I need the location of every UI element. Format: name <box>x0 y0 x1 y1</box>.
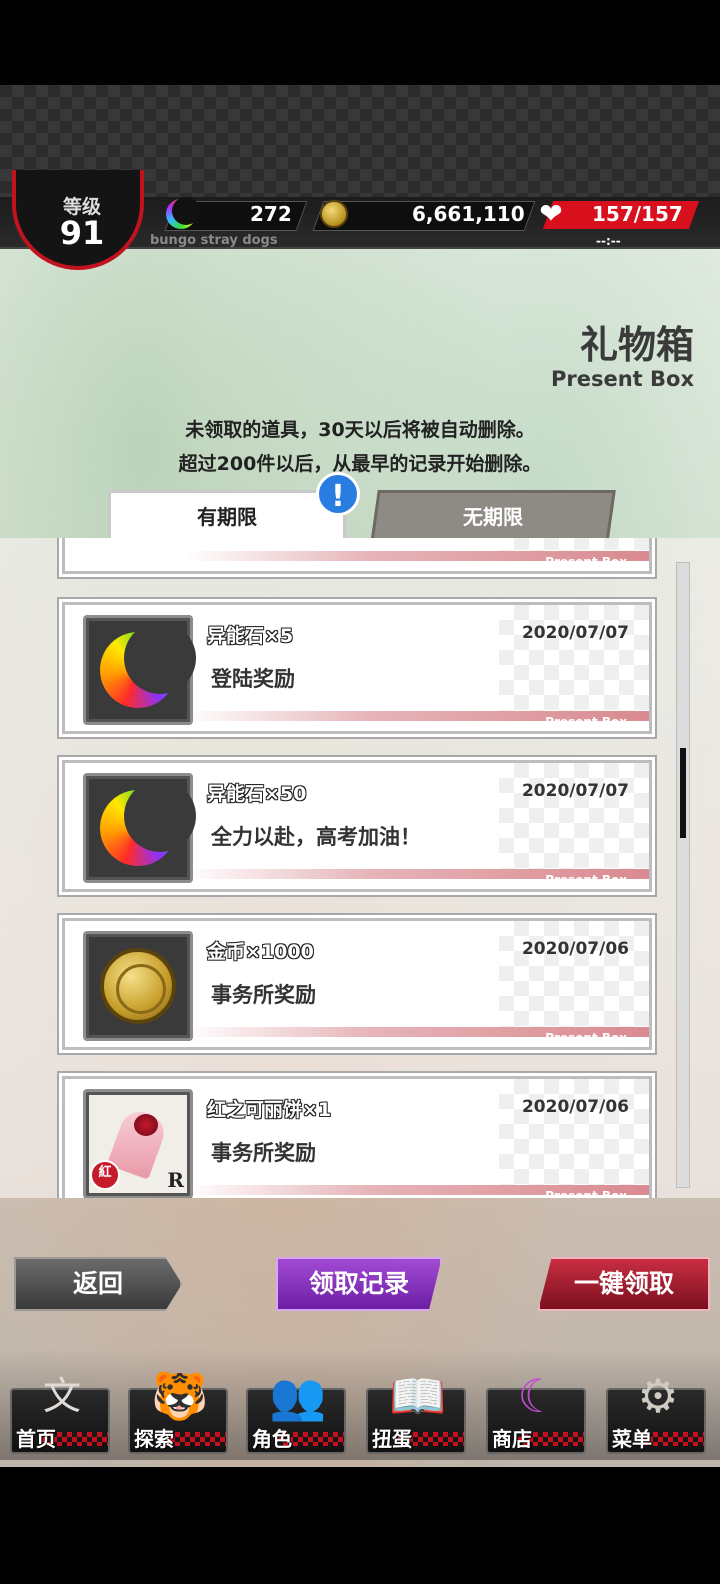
item-name: 异能石×50 <box>206 783 307 806</box>
present-card[interactable]: 金币×1000 2020/07/06 事务所奖励 Present Box <box>62 918 652 1050</box>
nav-explore[interactable]: 🐯 探索 <box>128 1364 228 1456</box>
scrollbar-track[interactable] <box>676 562 690 1188</box>
item-description: 事务所奖励 <box>211 1141 316 1165</box>
nav-label: 探索 <box>134 1427 174 1451</box>
present-card[interactable]: 异能石×5 2020/07/07 登陆奖励 Present Box <box>62 602 652 734</box>
level-value: 91 <box>59 214 105 252</box>
tab-unlimited-label: 无期限 <box>463 505 523 529</box>
red-tag: 紅 <box>90 1160 120 1190</box>
item-frame <box>83 773 196 883</box>
notice-line-1: 未领取的道具，30天以后将被自动删除。 <box>185 419 535 441</box>
page-subtitle: Present Box <box>550 367 694 391</box>
item-date: 2020/07/07 <box>521 781 629 801</box>
item-name: 金币×1000 <box>207 941 315 964</box>
ap-heart-icon: ❤ <box>539 197 563 230</box>
card-footer: Present Box <box>545 1189 627 1198</box>
system-status-bar <box>0 0 720 85</box>
scrollbar-thumb[interactable] <box>680 748 686 838</box>
tab-limited[interactable]: 有期限 <box>108 490 346 541</box>
shop-stone-icon: ☾ <box>517 1369 559 1423</box>
nav-shop[interactable]: ☾ 商店 <box>486 1364 586 1456</box>
item-description: 全力以赴，高考加油！ <box>211 825 421 849</box>
gacha-book-icon: 📖 <box>389 1369 447 1423</box>
nav-label: 角色 <box>252 1427 292 1451</box>
ability-stone-icon <box>100 622 196 708</box>
home-icon: 文 <box>42 1374 81 1418</box>
item-frame: 紅 R <box>83 1089 193 1198</box>
present-card-partial[interactable]: Present Box <box>62 538 652 574</box>
item-description: 登陆奖励 <box>211 667 295 691</box>
nav-label: 菜单 <box>612 1427 652 1451</box>
nav-label: 商店 <box>492 1427 532 1451</box>
card-footer: Present Box <box>545 715 627 729</box>
claim-history-button[interactable]: 领取记录 <box>276 1257 442 1311</box>
item-frame <box>83 615 196 725</box>
nav-menu[interactable]: ⚙ 菜单 <box>606 1364 706 1456</box>
system-nav-bar <box>0 1467 720 1584</box>
ability-stone-count: 272 <box>250 202 292 226</box>
ap-value: 157/157 <box>592 202 683 226</box>
alert-badge-icon: ! <box>316 472 360 516</box>
item-name: 红之可丽饼×1 <box>206 1099 332 1122</box>
nav-label: 首页 <box>16 1427 56 1451</box>
tab-unlimited[interactable]: 无期限 <box>370 490 616 544</box>
nav-gacha[interactable]: 📖 扭蛋 <box>366 1364 466 1456</box>
page-title: 礼物箱 <box>579 323 694 367</box>
bottom-nav: 文 首页 🐯 探索 👥 角色 📖 扭蛋 ☾ 商店 ⚙ 菜单 <box>0 1348 720 1460</box>
ability-stone-icon <box>166 197 200 229</box>
card-footer: Present Box <box>545 555 627 569</box>
item-frame <box>83 931 193 1041</box>
item-date: 2020/07/06 <box>521 1097 629 1117</box>
ap-timer: --:-- <box>596 234 621 248</box>
present-card[interactable]: 紅 R 红之可丽饼×1 2020/07/06 事务所奖励 Present Box <box>62 1076 652 1198</box>
ability-stone-icon <box>100 780 196 866</box>
nav-label: 扭蛋 <box>372 1427 412 1451</box>
gear-icon: ⚙ <box>637 1369 679 1423</box>
item-date: 2020/07/06 <box>521 939 629 959</box>
item-date: 2020/07/07 <box>521 623 629 643</box>
card-footer: Present Box <box>545 1031 627 1045</box>
present-list[interactable]: Present Box 异能石×5 2020/07/07 登陆奖励 Presen… <box>0 538 720 1198</box>
coin-icon <box>100 948 176 1024</box>
rarity-badge: R <box>167 1168 184 1192</box>
tiger-icon: 🐯 <box>151 1369 209 1423</box>
characters-icon: 👥 <box>269 1369 327 1423</box>
coin-count: 6,661,110 <box>412 202 525 226</box>
back-button[interactable]: 返回 <box>14 1257 182 1311</box>
notice-line-2: 超过200件以后，从最早的记录开始删除。 <box>178 453 542 475</box>
coin-icon <box>320 200 348 228</box>
nav-home[interactable]: 文 首页 <box>10 1364 110 1456</box>
present-card[interactable]: 异能石×50 2020/07/07 全力以赴，高考加油！ Present Box <box>62 760 652 892</box>
item-description: 事务所奖励 <box>211 983 316 1007</box>
nav-characters[interactable]: 👥 角色 <box>246 1364 346 1456</box>
item-name: 异能石×5 <box>206 625 294 648</box>
brand-text: bungo stray dogs <box>150 233 278 248</box>
card-footer: Present Box <box>545 873 627 887</box>
claim-all-button[interactable]: 一键领取 <box>538 1257 710 1311</box>
